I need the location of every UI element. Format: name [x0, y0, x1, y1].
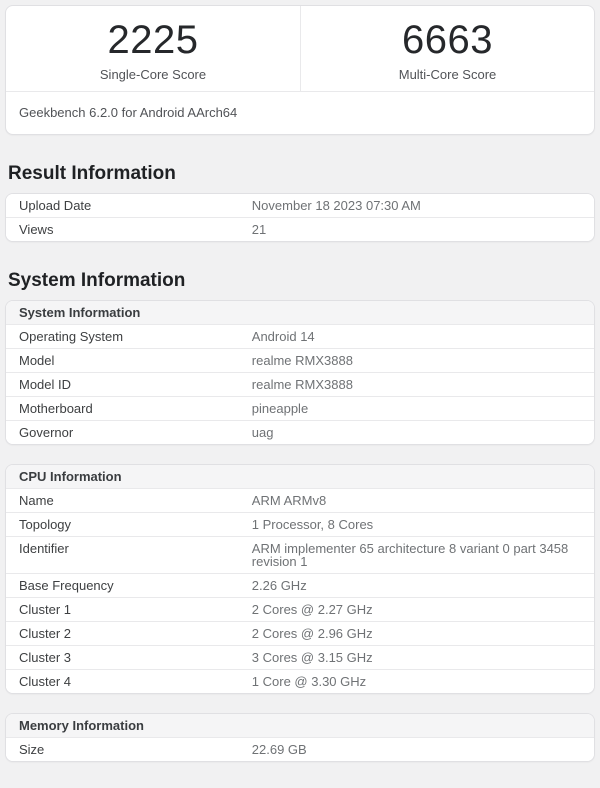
row-value: 22.69 GB [252, 738, 594, 761]
score-summary-card: 2225 Single-Core Score 6663 Multi-Core S… [5, 5, 595, 135]
row-value: Android 14 [252, 325, 594, 348]
row-label: Identifier [6, 537, 252, 573]
table-body: Operating SystemAndroid 14Modelrealme RM… [6, 325, 594, 444]
row-label: Governor [6, 421, 252, 444]
row-value: ARM ARMv8 [252, 489, 594, 512]
table-body: NameARM ARMv8Topology1 Processor, 8 Core… [6, 489, 594, 693]
row-value: 1 Processor, 8 Cores [252, 513, 594, 536]
row-label: Cluster 3 [6, 646, 252, 669]
row-value: 21 [252, 218, 594, 241]
table-row: Cluster 12 Cores @ 2.27 GHz [6, 598, 594, 622]
single-core-score-cell: 2225 Single-Core Score [6, 6, 300, 91]
row-label: Cluster 1 [6, 598, 252, 621]
table-row: Upload DateNovember 18 2023 07:30 AM [6, 194, 594, 218]
table-header: CPU Information [6, 465, 594, 489]
row-value: uag [252, 421, 594, 444]
score-row: 2225 Single-Core Score 6663 Multi-Core S… [6, 6, 594, 91]
geekbench-result-page: 2225 Single-Core Score 6663 Multi-Core S… [0, 0, 600, 767]
table-row: Topology1 Processor, 8 Cores [6, 513, 594, 537]
row-value: 2 Cores @ 2.27 GHz [252, 598, 594, 621]
result-information-heading: Result Information [8, 162, 595, 185]
row-value: ARM implementer 65 architecture 8 varian… [252, 537, 594, 573]
table-row: Cluster 33 Cores @ 3.15 GHz [6, 646, 594, 670]
multi-core-score-label: Multi-Core Score [301, 67, 594, 82]
table-row: NameARM ARMv8 [6, 489, 594, 513]
table-header: System Information [6, 301, 594, 325]
table-row: Motherboardpineapple [6, 397, 594, 421]
row-value: 2.26 GHz [252, 574, 594, 597]
row-label: Views [6, 218, 252, 241]
table-row: Operating SystemAndroid 14 [6, 325, 594, 349]
multi-core-score-cell: 6663 Multi-Core Score [300, 6, 594, 91]
row-value: 3 Cores @ 3.15 GHz [252, 646, 594, 669]
row-label: Model [6, 349, 252, 372]
table-row: Cluster 41 Core @ 3.30 GHz [6, 670, 594, 693]
table-body: Size22.69 GB [6, 738, 594, 761]
row-value: 1 Core @ 3.30 GHz [252, 670, 594, 693]
cpu-information-table: CPU Information NameARM ARMv8Topology1 P… [5, 464, 595, 694]
row-value: realme RMX3888 [252, 349, 594, 372]
row-label: Cluster 4 [6, 670, 252, 693]
system-information-table: System Information Operating SystemAndro… [5, 300, 595, 445]
table-row: IdentifierARM implementer 65 architectur… [6, 537, 594, 574]
row-label: Size [6, 738, 252, 761]
benchmark-version-caption: Geekbench 6.2.0 for Android AArch64 [6, 91, 594, 134]
row-label: Upload Date [6, 194, 252, 217]
multi-core-score-value: 6663 [301, 19, 594, 61]
row-label: Topology [6, 513, 252, 536]
row-label: Base Frequency [6, 574, 252, 597]
row-value: pineapple [252, 397, 594, 420]
table-row: Model IDrealme RMX3888 [6, 373, 594, 397]
row-label: Name [6, 489, 252, 512]
table-row: Base Frequency2.26 GHz [6, 574, 594, 598]
row-value: November 18 2023 07:30 AM [252, 194, 594, 217]
row-value: 2 Cores @ 2.96 GHz [252, 622, 594, 645]
single-core-score-label: Single-Core Score [6, 67, 300, 82]
result-information-table: Upload DateNovember 18 2023 07:30 AMView… [5, 193, 595, 242]
memory-information-table: Memory Information Size22.69 GB [5, 713, 595, 762]
table-row: Size22.69 GB [6, 738, 594, 761]
row-value: realme RMX3888 [252, 373, 594, 396]
table-row: Views21 [6, 218, 594, 241]
table-header: Memory Information [6, 714, 594, 738]
single-core-score-value: 2225 [6, 19, 300, 61]
row-label: Motherboard [6, 397, 252, 420]
table-row: Governoruag [6, 421, 594, 444]
table-row: Modelrealme RMX3888 [6, 349, 594, 373]
table-row: Cluster 22 Cores @ 2.96 GHz [6, 622, 594, 646]
row-label: Cluster 2 [6, 622, 252, 645]
system-information-heading: System Information [8, 269, 595, 292]
row-label: Model ID [6, 373, 252, 396]
row-label: Operating System [6, 325, 252, 348]
